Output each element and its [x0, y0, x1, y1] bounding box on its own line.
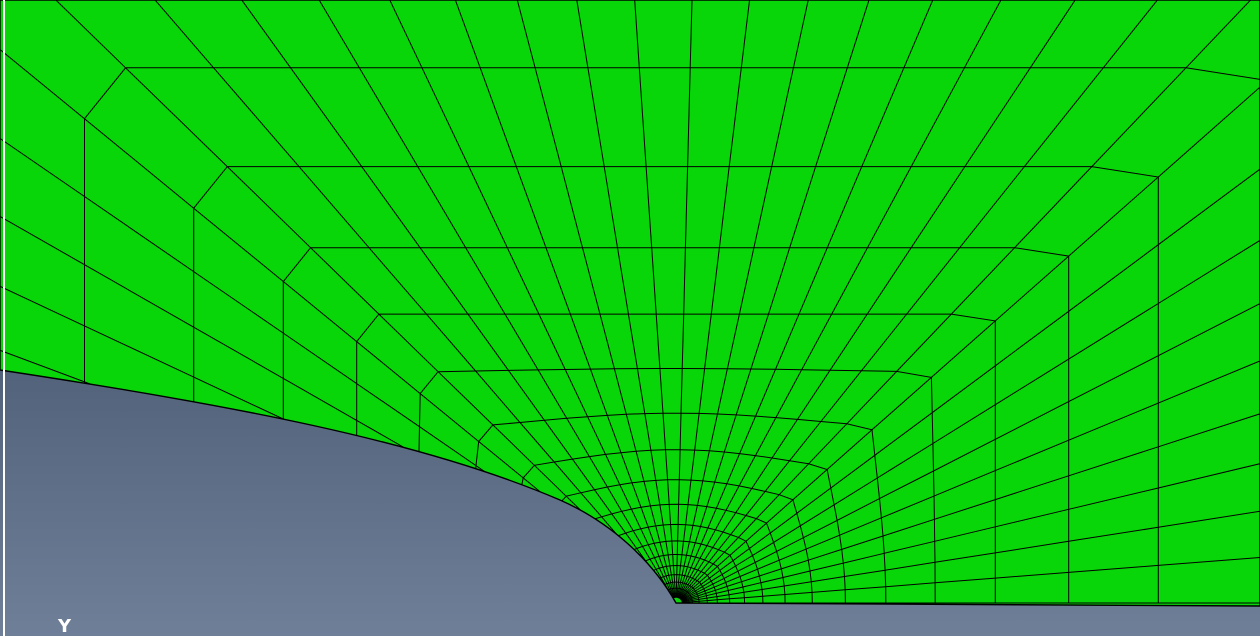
mesh-canvas[interactable]	[0, 0, 1260, 636]
triad-y-axis-label: Y	[58, 616, 72, 636]
model-viewport[interactable]: Y	[0, 0, 1260, 636]
